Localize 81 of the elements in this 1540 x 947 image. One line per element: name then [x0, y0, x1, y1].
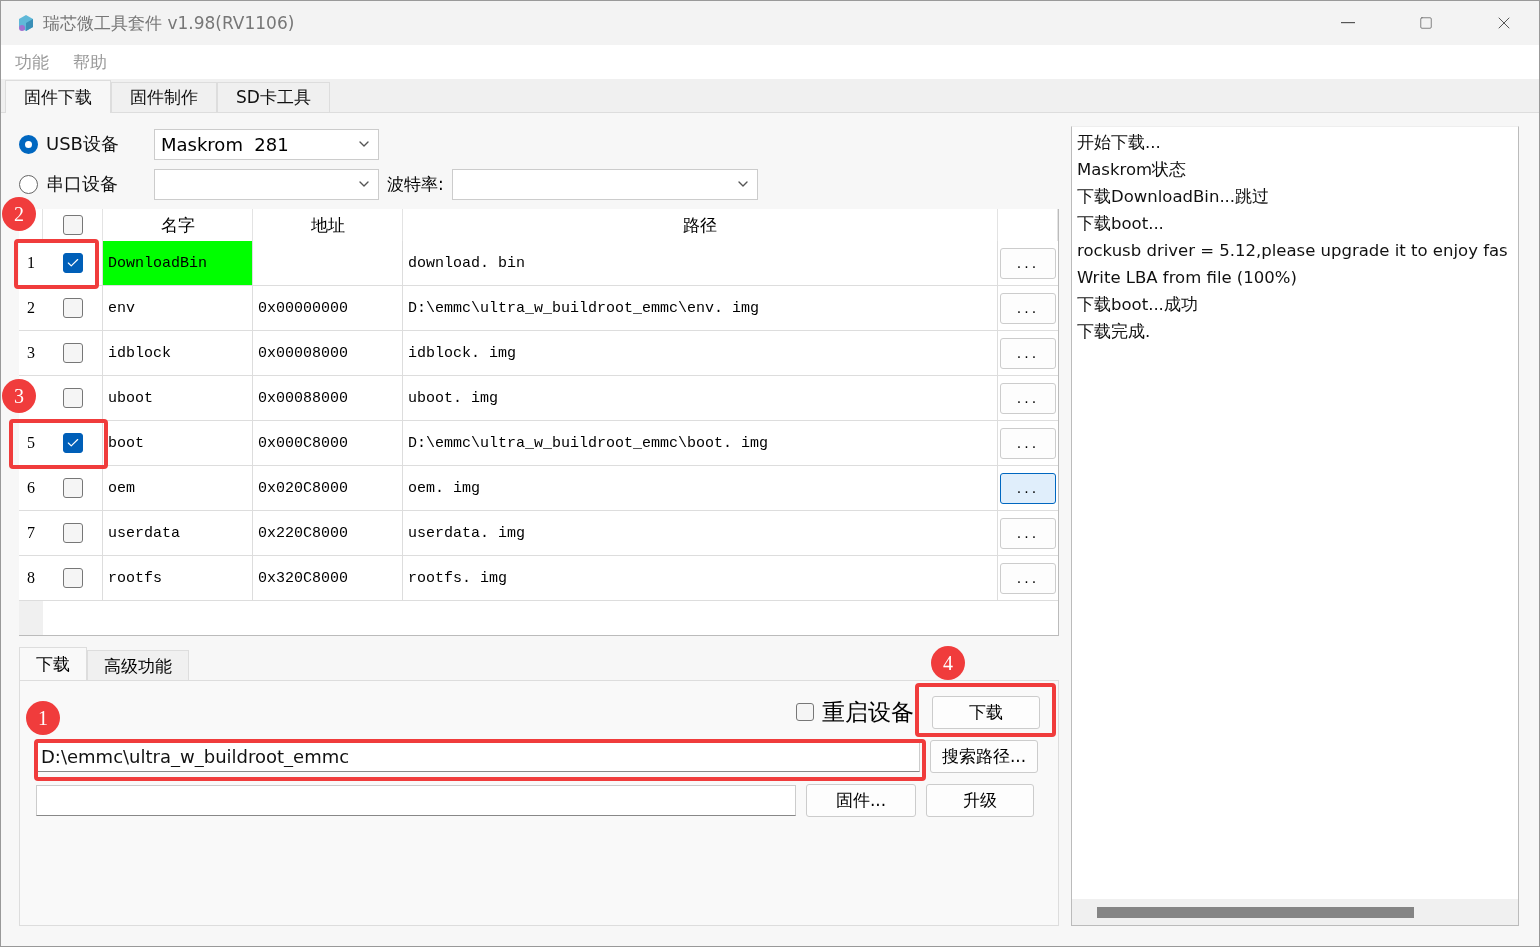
browse-button[interactable]: ... — [1000, 382, 1056, 414]
path-cell: uboot. img — [403, 376, 998, 421]
browse-button[interactable]: ... — [1000, 472, 1056, 504]
path-cell: D:\emmc\ultra_w_buildroot_emmc\env. img — [403, 286, 998, 331]
radio-label: USB设备 — [46, 132, 120, 156]
row-checkbox[interactable] — [62, 298, 83, 318]
address-cell: 0x320C8000 — [253, 556, 403, 601]
firmware-button[interactable]: 固件... — [806, 783, 916, 817]
address-cell: 0x00000000 — [253, 286, 403, 331]
address-cell: 0x00088000 — [253, 376, 403, 421]
header-checkbox[interactable] — [62, 215, 83, 235]
row-header-strip — [19, 601, 43, 635]
scrollbar-thumb[interactable] — [1097, 906, 1414, 918]
path-cell: download. bin — [403, 241, 998, 286]
device-dropdown[interactable]: Maskrom 281 — [154, 128, 379, 160]
log-line: 下载完成. — [1077, 321, 1152, 343]
name-cell: idblock — [103, 331, 253, 376]
name-cell: rootfs — [103, 556, 253, 601]
reboot-label: 重启设备 — [822, 697, 914, 727]
row-number: 3 — [19, 331, 43, 376]
address-cell: 0x000C8000 — [253, 421, 403, 466]
path-cell: oem. img — [403, 466, 998, 511]
step-number: 2 — [2, 197, 36, 231]
check-icon — [65, 436, 80, 450]
browse-button[interactable]: ... — [1000, 562, 1056, 594]
path-cell: rootfs. img — [403, 556, 998, 601]
row-number: 7 — [19, 511, 43, 556]
step-number: 3 — [2, 379, 36, 413]
check-icon — [65, 256, 80, 270]
path-cell: idblock. img — [403, 331, 998, 376]
address-cell: 0x220C8000 — [253, 511, 403, 556]
address-cell: 0x00008000 — [253, 331, 403, 376]
browse-button[interactable]: ... — [1000, 292, 1056, 324]
address-cell: 0x020C8000 — [253, 466, 403, 511]
minimize-icon — [1341, 22, 1355, 24]
row-checkbox[interactable] — [62, 568, 83, 588]
name-cell: DownloadBin — [103, 241, 253, 286]
log-line: rockusb driver = 5.12,please upgrade it to enjoy fas — [1077, 240, 1509, 262]
baud-rate-label: 波特率: — [387, 172, 444, 196]
browse-button[interactable]: ... — [1000, 337, 1056, 369]
row-number: 5 — [19, 421, 43, 466]
log-line: 下载DownloadBin...跳过 — [1077, 186, 1271, 208]
tab[interactable]: 固件下载 — [5, 80, 111, 113]
tab[interactable]: 下载 — [19, 647, 87, 681]
row-checkbox[interactable] — [62, 388, 83, 408]
browse-button[interactable]: ... — [1000, 517, 1056, 549]
tab[interactable]: SD卡工具 — [217, 82, 330, 112]
browse-button[interactable]: ... — [1000, 247, 1056, 279]
log-line: 下载boot...成功 — [1077, 294, 1199, 316]
name-cell: env — [103, 286, 253, 331]
row-checkbox[interactable] — [62, 523, 83, 543]
name-cell: oem — [103, 466, 253, 511]
row-number: 6 — [19, 466, 43, 511]
log-line: 下载boot... — [1077, 213, 1165, 235]
log-line: 开始下载... — [1077, 132, 1162, 154]
tab[interactable]: 高级功能 — [87, 650, 189, 681]
step-number: 4 — [931, 646, 965, 680]
firmware-field[interactable] — [36, 784, 796, 816]
row-checkbox[interactable] — [62, 478, 83, 498]
row-number: 1 — [19, 241, 43, 286]
reboot-checkbox[interactable] — [796, 703, 814, 721]
download-button[interactable]: 下载 — [932, 695, 1040, 729]
maximize-icon — [1419, 16, 1433, 30]
tab[interactable]: 固件制作 — [111, 82, 217, 112]
radio-button[interactable] — [19, 174, 38, 194]
app-cube-icon — [17, 14, 35, 32]
row-number: 2 — [19, 286, 43, 331]
upgrade-button[interactable]: 升级 — [926, 783, 1034, 817]
row-checkbox[interactable] — [62, 433, 83, 453]
row-checkbox[interactable] — [62, 253, 83, 273]
log-line: Maskrom状态 — [1077, 159, 1188, 181]
radio-button[interactable] — [19, 134, 38, 154]
browse-button[interactable]: ... — [1000, 427, 1056, 459]
row-checkbox[interactable] — [62, 343, 83, 363]
path-cell: userdata. img — [403, 511, 998, 556]
radio-label: 串口设备 — [46, 172, 119, 196]
path-cell: D:\emmc\ultra_w_buildroot_emmc\boot. img — [403, 421, 998, 466]
log-line: Write LBA from file (100%) — [1077, 267, 1298, 289]
search-path-button[interactable]: 搜索路径... — [930, 739, 1038, 773]
name-cell: userdata — [103, 511, 253, 556]
window-title: 瑞芯微工具套件 v1.98(RV1106) — [43, 11, 296, 35]
